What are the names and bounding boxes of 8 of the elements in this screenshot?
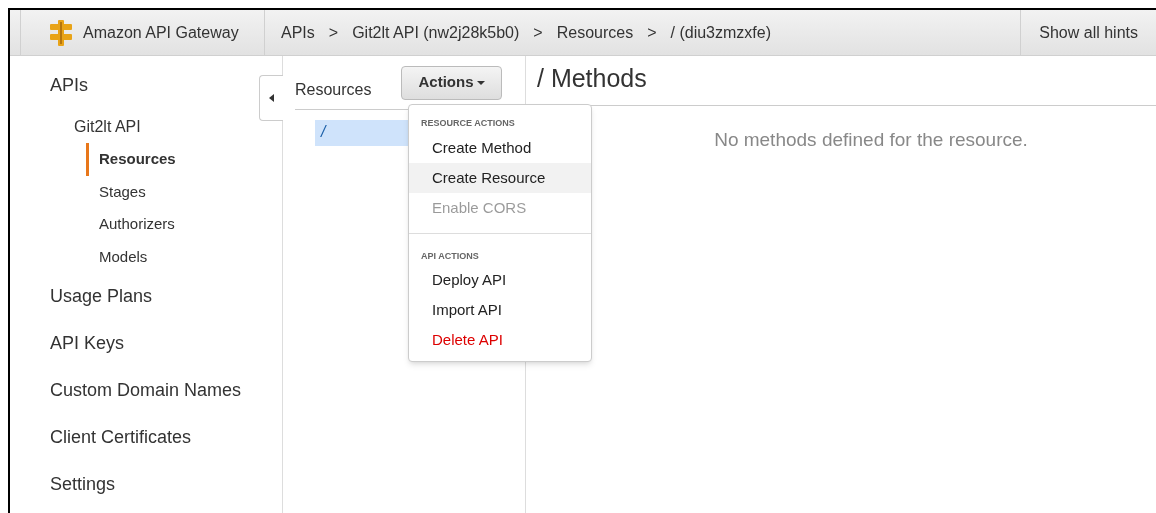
panel-title: Resources bbox=[295, 79, 372, 100]
menu-heading: API ACTIONS bbox=[420, 249, 480, 263]
page-title: / Methods bbox=[537, 62, 647, 94]
breadcrumb-separator: > bbox=[533, 22, 543, 43]
brand-title: Amazon API Gateway bbox=[83, 22, 239, 43]
menu-heading: RESOURCE ACTIONS bbox=[420, 117, 516, 130]
breadcrumb-separator: > bbox=[647, 22, 657, 43]
breadcrumb-separator: > bbox=[328, 22, 339, 43]
